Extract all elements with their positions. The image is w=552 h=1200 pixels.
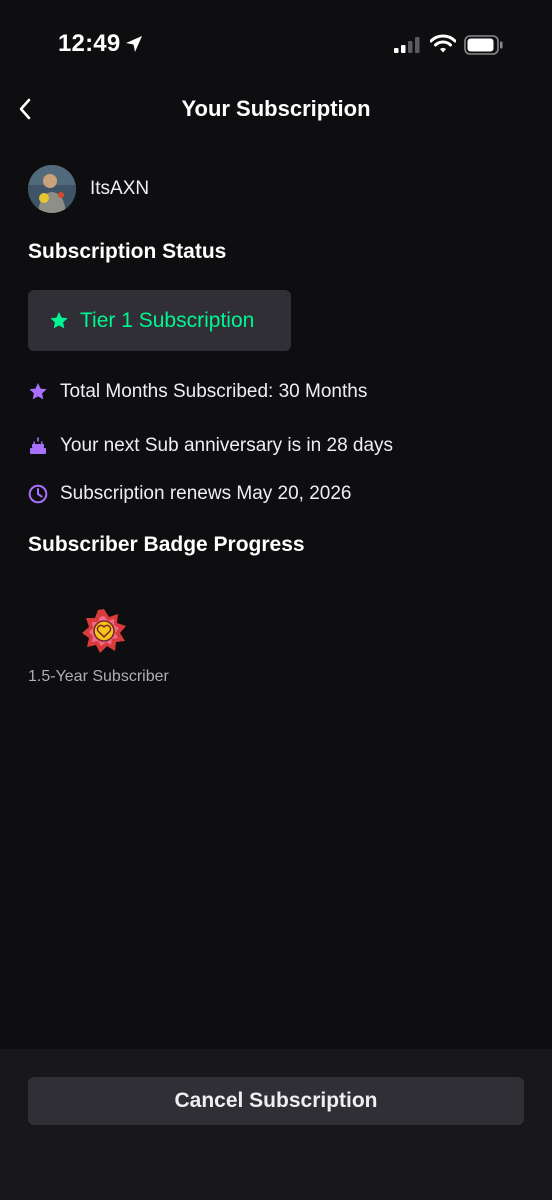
cancel-subscription-button[interactable]: Cancel Subscription: [28, 1077, 524, 1125]
status-bar: 12:49: [0, 0, 552, 90]
wifi-icon: [429, 34, 457, 59]
badge-progress-heading: Subscriber Badge Progress: [28, 533, 305, 556]
clock-icon: [28, 484, 48, 504]
tier-badge: Tier 1 Subscription: [28, 290, 291, 351]
badge-label: 1.5-Year Subscriber: [28, 668, 169, 685]
total-months-row: Total Months Subscribed: 30 Months: [28, 381, 367, 403]
navigation-header: Your Subscription: [0, 82, 552, 134]
subscriber-badge-icon: [80, 607, 128, 655]
star-icon: [50, 311, 68, 328]
total-months-text: Total Months Subscribed: 30 Months: [60, 381, 368, 402]
cellular-signal-icon: [394, 37, 422, 58]
battery-icon: [464, 35, 504, 60]
subscription-status-heading: Subscription Status: [28, 240, 227, 263]
avatar: [28, 165, 76, 213]
bottom-action-bar: Cancel Subscription: [0, 1049, 552, 1200]
page-title: Your Subscription: [181, 96, 371, 121]
clock-time: 12:49: [58, 30, 121, 57]
tier-label: Tier 1 Subscription: [80, 308, 255, 332]
cake-icon: [28, 436, 48, 456]
channel-username: ItsAXN: [90, 178, 150, 199]
next-anniversary-text: Your next Sub anniversary is in 28 days: [60, 435, 394, 456]
star-icon: [28, 382, 48, 402]
channel-profile: ItsAXN: [28, 165, 149, 213]
renewal-date-text: Subscription renews May 20, 2026: [60, 483, 352, 504]
location-arrow-icon: [124, 34, 144, 54]
anniversary-row: Your next Sub anniversary is in 28 days: [28, 435, 393, 457]
renewal-row: Subscription renews May 20, 2026: [28, 483, 352, 505]
